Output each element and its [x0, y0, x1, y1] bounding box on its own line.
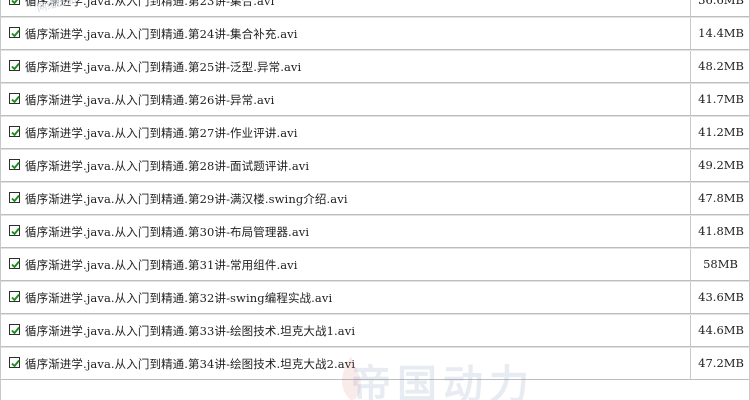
check-icon	[11, 161, 20, 170]
file-size-cell: 36.6MB	[691, 0, 749, 16]
file-row[interactable]: 循序渐进学.java.从入门到精通.第24讲-集合补充.avi 14.4MB	[1, 17, 749, 50]
file-size: 41.8MB	[698, 224, 744, 238]
file-checkbox[interactable]	[9, 60, 20, 71]
file-name-cell: 循序渐进学.java.从入门到精通.第29讲-满汉楼.swing介绍.avi	[1, 183, 691, 214]
file-size-cell: 47.2MB	[691, 348, 749, 379]
file-row[interactable]: 循序渐进学.java.从入门到精通.第23讲-集合.avi 36.6MB	[1, 0, 749, 17]
file-size-cell: 58MB	[691, 249, 749, 280]
file-name-cell: 循序渐进学.java.从入门到精通.第24讲-集合补充.avi	[1, 18, 691, 49]
file-checkbox[interactable]	[9, 159, 20, 170]
file-row[interactable]: 循序渐进学.java.从入门到精通.第25讲-泛型.异常.avi 48.2MB	[1, 50, 749, 83]
file-checkbox[interactable]	[9, 27, 20, 38]
file-size-cell: 43.6MB	[691, 282, 749, 313]
file-size: 49.2MB	[698, 158, 744, 172]
file-name[interactable]: 循序渐进学.java.从入门到精通.第24讲-集合补充.avi	[25, 26, 298, 42]
file-row[interactable]: 循序渐进学.java.从入门到精通.第32讲-swing编程实战.avi 43.6…	[1, 281, 749, 314]
file-name-cell: 循序渐进学.java.从入门到精通.第25讲-泛型.异常.avi	[1, 51, 691, 82]
check-icon	[11, 293, 20, 302]
check-icon	[11, 326, 20, 335]
check-icon	[11, 0, 19, 5]
file-name-cell: 循序渐进学.java.从入门到精通.第26讲-异常.avi	[1, 84, 691, 115]
file-size-cell: 14.4MB	[691, 18, 749, 49]
file-list: 循序渐进学.java.从入门到精通.第23讲-集合.avi 36.6MB 循序渐进学…	[0, 0, 750, 400]
file-size-cell: 48.2MB	[691, 51, 749, 82]
file-row[interactable]: 循序渐进学.java.从入门到精通.第30讲-布局管理器.avi 41.8MB	[1, 215, 749, 248]
file-size-cell: 41.8MB	[691, 216, 749, 247]
file-name[interactable]: 循序渐进学.java.从入门到精通.第33讲-绘图技术.坦克大战1.avi	[25, 323, 355, 339]
file-size-cell: 44.6MB	[691, 315, 749, 346]
file-size: 41.2MB	[698, 125, 744, 139]
file-checkbox[interactable]	[9, 126, 20, 137]
file-name[interactable]: 循序渐进学.java.从入门到精通.第30讲-布局管理器.avi	[25, 224, 309, 240]
file-size: 41.7MB	[698, 92, 744, 106]
file-row[interactable]: 循序渐进学.java.从入门到精通.第31讲-常用组件.avi 58MB	[1, 248, 749, 281]
file-name-cell: 循序渐进学.java.从入门到精通.第34讲-绘图技术.坦克大战2.avi	[1, 348, 691, 379]
file-size: 43.6MB	[698, 290, 744, 304]
file-size-cell: 47.8MB	[691, 183, 749, 214]
check-icon	[11, 359, 20, 368]
file-name-cell: 循序渐进学.java.从入门到精通.第32讲-swing编程实战.avi	[1, 282, 691, 313]
file-checkbox[interactable]	[9, 225, 20, 236]
file-checkbox[interactable]	[9, 357, 20, 368]
file-size: 36.6MB	[698, 0, 744, 7]
file-size: 48.2MB	[698, 59, 744, 73]
file-size: 47.2MB	[698, 356, 744, 370]
check-icon	[11, 260, 20, 269]
file-size: 47.8MB	[698, 191, 744, 205]
file-name[interactable]: 循序渐进学.java.从入门到精通.第25讲-泛型.异常.avi	[25, 59, 301, 75]
file-row[interactable]: 循序渐进学.java.从入门到精通.第33讲-绘图技术.坦克大战1.avi 44.…	[1, 314, 749, 347]
file-size: 44.6MB	[698, 323, 744, 337]
file-row[interactable]: 循序渐进学.java.从入门到精通.第26讲-异常.avi 41.7MB	[1, 83, 749, 116]
file-name-cell: 循序渐进学.java.从入门到精通.第31讲-常用组件.avi	[1, 249, 691, 280]
file-name[interactable]: 循序渐进学.java.从入门到精通.第27讲-作业评讲.avi	[25, 125, 298, 141]
file-name[interactable]: 循序渐进学.java.从入门到精通.第31讲-常用组件.avi	[25, 257, 298, 273]
file-size: 14.4MB	[698, 26, 744, 40]
file-checkbox[interactable]	[9, 0, 20, 5]
file-name[interactable]: 循序渐进学.java.从入门到精通.第23讲-集合.avi	[25, 0, 274, 9]
file-row[interactable]: 循序渐进学.java.从入门到精通.第27讲-作业评讲.avi 41.2MB	[1, 116, 749, 149]
file-checkbox[interactable]	[9, 93, 20, 104]
file-checkbox[interactable]	[9, 258, 20, 269]
file-checkbox[interactable]	[9, 291, 20, 302]
check-icon	[11, 194, 20, 203]
file-name[interactable]: 循序渐进学.java.从入门到精通.第26讲-异常.avi	[25, 92, 274, 108]
file-size-cell: 41.2MB	[691, 117, 749, 148]
file-checkbox[interactable]	[9, 324, 20, 335]
file-row[interactable]: 循序渐进学.java.从入门到精通.第29讲-满汉楼.swing介绍.avi 47…	[1, 182, 749, 215]
file-row[interactable]: 循序渐进学.java.从入门到精通.第28讲-面试题评讲.avi 49.2MB	[1, 149, 749, 182]
check-icon	[11, 128, 20, 137]
file-name-cell: 循序渐进学.java.从入门到精通.第30讲-布局管理器.avi	[1, 216, 691, 247]
check-icon	[11, 95, 20, 104]
file-name[interactable]: 循序渐进学.java.从入门到精通.第29讲-满汉楼.swing介绍.avi	[25, 191, 348, 207]
file-checkbox[interactable]	[9, 192, 20, 203]
file-name-cell: 循序渐进学.java.从入门到精通.第33讲-绘图技术.坦克大战1.avi	[1, 315, 691, 346]
check-icon	[11, 62, 20, 71]
file-name-cell: 循序渐进学.java.从入门到精通.第28讲-面试题评讲.avi	[1, 150, 691, 181]
file-name-cell: 循序渐进学.java.从入门到精通.第27讲-作业评讲.avi	[1, 117, 691, 148]
check-icon	[11, 227, 20, 236]
file-name[interactable]: 循序渐进学.java.从入门到精通.第28讲-面试题评讲.avi	[25, 158, 309, 174]
file-name-cell: 循序渐进学.java.从入门到精通.第23讲-集合.avi	[1, 0, 691, 16]
file-name[interactable]: 循序渐进学.java.从入门到精通.第32讲-swing编程实战.avi	[25, 290, 332, 306]
file-size-cell: 41.7MB	[691, 84, 749, 115]
file-name[interactable]: 循序渐进学.java.从入门到精通.第34讲-绘图技术.坦克大战2.avi	[25, 356, 355, 372]
file-rows: 循序渐进学.java.从入门到精通.第23讲-集合.avi 36.6MB 循序渐进学…	[1, 0, 749, 380]
file-row[interactable]: 循序渐进学.java.从入门到精通.第34讲-绘图技术.坦克大战2.avi 47.…	[1, 347, 749, 380]
check-icon	[11, 29, 20, 38]
file-size: 58MB	[703, 257, 738, 271]
file-size-cell: 49.2MB	[691, 150, 749, 181]
